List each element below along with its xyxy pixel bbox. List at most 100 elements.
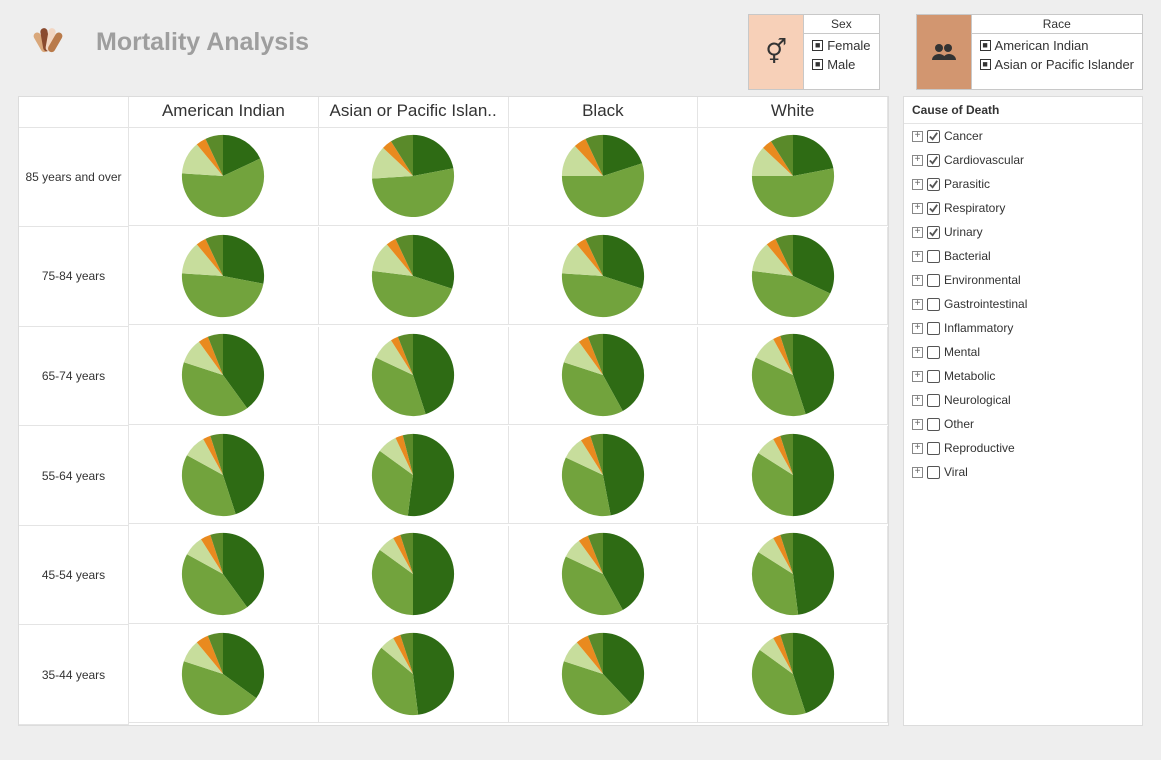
pie-chart[interactable]	[698, 426, 888, 524]
sex-option-label: Male	[827, 57, 855, 72]
checkbox-icon[interactable]	[927, 346, 940, 359]
column-header: Black	[509, 97, 699, 128]
pie-chart[interactable]	[698, 625, 888, 723]
expand-icon[interactable]: +	[912, 323, 923, 334]
cause-item[interactable]: + Bacterial	[904, 244, 1142, 268]
checkbox-icon[interactable]	[927, 418, 940, 431]
pie-chart[interactable]	[509, 227, 699, 325]
expand-icon[interactable]: +	[912, 155, 923, 166]
cause-of-death-panel: Cause of Death +Cancer+Cardiovascular+Pa…	[903, 96, 1143, 726]
checkbox-icon[interactable]	[927, 466, 940, 479]
checkbox-icon[interactable]	[927, 322, 940, 335]
expand-icon[interactable]: +	[912, 299, 923, 310]
row-header: 45-54 years	[19, 526, 129, 626]
pie-chart[interactable]	[319, 526, 509, 624]
expand-icon[interactable]: +	[912, 371, 923, 382]
checkbox-checked-icon[interactable]	[927, 202, 940, 215]
cause-item-label: Other	[944, 417, 974, 431]
cause-item[interactable]: + Urinary	[904, 220, 1142, 244]
race-filter: Race ■American Indian■Asian or Pacific I…	[916, 14, 1143, 90]
sex-filter-options: ■ Female ■ Male	[803, 34, 878, 89]
cause-item-label: Inflammatory	[944, 321, 1013, 335]
sex-option-label: Female	[827, 38, 870, 53]
pie-chart[interactable]	[698, 526, 888, 624]
expand-icon[interactable]: +	[912, 179, 923, 190]
cause-item-label: Neurological	[944, 393, 1011, 407]
expand-icon[interactable]: +	[912, 347, 923, 358]
pie-chart[interactable]	[129, 227, 319, 325]
pie-chart[interactable]	[509, 426, 699, 524]
pie-chart[interactable]	[129, 526, 319, 624]
cause-item[interactable]: + Respiratory	[904, 196, 1142, 220]
sex-option[interactable]: ■ Female	[812, 38, 870, 53]
cause-item-label: Mental	[944, 345, 980, 359]
checkbox-icon[interactable]: ■	[812, 40, 823, 51]
expand-icon[interactable]: +	[912, 467, 923, 478]
pie-chart[interactable]	[319, 327, 509, 425]
cause-item[interactable]: + Mental	[904, 340, 1142, 364]
cause-item-label: Bacterial	[944, 249, 991, 263]
checkbox-checked-icon[interactable]	[927, 154, 940, 167]
row-header: 35-44 years	[19, 625, 129, 725]
checkbox-icon[interactable]	[927, 274, 940, 287]
pie-chart[interactable]	[319, 227, 509, 325]
cause-item[interactable]: + Neurological	[904, 388, 1142, 412]
expand-icon[interactable]: +	[912, 419, 923, 430]
checkbox-icon[interactable]: ■	[980, 59, 991, 70]
pie-chart[interactable]	[698, 128, 888, 226]
sex-option[interactable]: ■ Male	[812, 57, 870, 72]
expand-icon[interactable]: +	[912, 131, 923, 142]
pie-chart[interactable]	[319, 426, 509, 524]
cause-item[interactable]: +Parasitic	[904, 172, 1142, 196]
checkbox-icon[interactable]: ■	[980, 40, 991, 51]
checkbox-icon[interactable]	[927, 298, 940, 311]
cause-item[interactable]: +Reproductive	[904, 436, 1142, 460]
checkbox-checked-icon[interactable]	[927, 130, 940, 143]
checkbox-checked-icon[interactable]	[927, 226, 940, 239]
race-option[interactable]: ■American Indian	[980, 38, 1134, 53]
cause-item[interactable]: +Environmental	[904, 268, 1142, 292]
pie-chart[interactable]	[509, 625, 699, 723]
cause-item[interactable]: + Viral	[904, 460, 1142, 484]
cause-item-label: Respiratory	[944, 201, 1005, 215]
cause-item[interactable]: + Other	[904, 412, 1142, 436]
cause-item[interactable]: + Gastrointestinal	[904, 292, 1142, 316]
pie-chart[interactable]	[129, 327, 319, 425]
checkbox-icon[interactable]	[927, 394, 940, 407]
header: Mortality Analysis ⚥ Sex ■Female■Male Ra…	[18, 14, 1143, 90]
race-option[interactable]: ■Asian or Pacific Islander	[980, 57, 1134, 72]
cause-item-label: Gastrointestinal	[944, 297, 1027, 311]
cause-item-label: Viral	[944, 465, 968, 479]
cause-item-label: Urinary	[944, 225, 983, 239]
race-filter-options: ■American Indian ■Asian or Pacific Island…	[971, 34, 1142, 89]
pie-chart[interactable]	[509, 128, 699, 226]
expand-icon[interactable]: +	[912, 443, 923, 454]
cause-item[interactable]: +Metabolic	[904, 364, 1142, 388]
checkbox-icon[interactable]	[927, 442, 940, 455]
expand-icon[interactable]: +	[912, 395, 923, 406]
expand-icon[interactable]: +	[912, 203, 923, 214]
checkbox-icon[interactable]	[927, 370, 940, 383]
gender-icon: ⚥	[749, 15, 803, 89]
pie-chart[interactable]	[129, 128, 319, 226]
pie-chart[interactable]	[129, 625, 319, 723]
pie-chart[interactable]	[509, 526, 699, 624]
cause-item[interactable]: + Cancer	[904, 124, 1142, 148]
cause-item[interactable]: + Inflammatory	[904, 316, 1142, 340]
pie-chart[interactable]	[509, 327, 699, 425]
checkbox-checked-icon[interactable]	[927, 178, 940, 191]
pie-chart[interactable]	[129, 426, 319, 524]
cause-item-label: Cancer	[944, 129, 983, 143]
checkbox-icon[interactable]: ■	[812, 59, 823, 70]
cause-item[interactable]: + Cardiovascular	[904, 148, 1142, 172]
cause-item-label: Cardiovascular	[944, 153, 1024, 167]
expand-icon[interactable]: +	[912, 227, 923, 238]
pie-chart[interactable]	[319, 625, 509, 723]
expand-icon[interactable]: +	[912, 275, 923, 286]
checkbox-icon[interactable]	[927, 250, 940, 263]
pie-chart[interactable]	[698, 227, 888, 325]
expand-icon[interactable]: +	[912, 251, 923, 262]
pie-chart[interactable]	[319, 128, 509, 226]
pie-chart[interactable]	[698, 327, 888, 425]
row-header: 55-64 years	[19, 426, 129, 526]
